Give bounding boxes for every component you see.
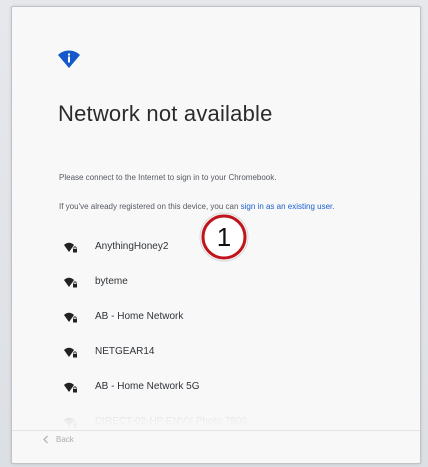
wifi-locked-icon bbox=[64, 416, 78, 428]
photo-frame: Network not available Please connect to … bbox=[0, 0, 428, 467]
existing-user-message: If you've already registered on this dev… bbox=[59, 202, 334, 211]
network-name: AnythingHoney2 bbox=[95, 241, 169, 252]
network-item[interactable]: AB - Home Network bbox=[59, 299, 399, 334]
network-name: AB - Home Network bbox=[95, 311, 184, 322]
wifi-locked-icon bbox=[64, 381, 78, 393]
connect-message: Please connect to the Internet to sign i… bbox=[59, 173, 277, 182]
wifi-locked-icon bbox=[64, 346, 78, 358]
wifi-locked-icon bbox=[64, 241, 78, 253]
sign-in-existing-user-link[interactable]: sign in as an existing user. bbox=[241, 202, 335, 211]
network-name: DIRECT-02-HP ENVY Photo 7800 bbox=[95, 416, 247, 427]
footer-divider bbox=[12, 430, 420, 431]
wifi-locked-icon bbox=[64, 276, 78, 288]
callout-badge: 1 bbox=[198, 212, 250, 262]
wifi-info-icon bbox=[57, 49, 81, 69]
network-item[interactable]: byteme bbox=[59, 264, 399, 299]
back-label: Back bbox=[56, 435, 74, 444]
network-name: AB - Home Network 5G bbox=[95, 381, 200, 392]
network-item[interactable]: AB - Home Network 5G bbox=[59, 369, 399, 404]
network-item[interactable]: NETGEAR14 bbox=[59, 334, 399, 369]
wifi-locked-icon bbox=[64, 311, 78, 323]
page-title: Network not available bbox=[58, 101, 273, 126]
network-name: byteme bbox=[95, 276, 128, 287]
back-button[interactable]: Back bbox=[42, 435, 74, 444]
network-item[interactable]: DIRECT-02-HP ENVY Photo 7800 bbox=[59, 404, 399, 439]
chevron-left-icon bbox=[43, 435, 48, 444]
callout-number: 1 bbox=[217, 222, 231, 252]
existing-user-prefix: If you've already registered on this dev… bbox=[59, 202, 241, 211]
network-name: NETGEAR14 bbox=[95, 346, 155, 357]
